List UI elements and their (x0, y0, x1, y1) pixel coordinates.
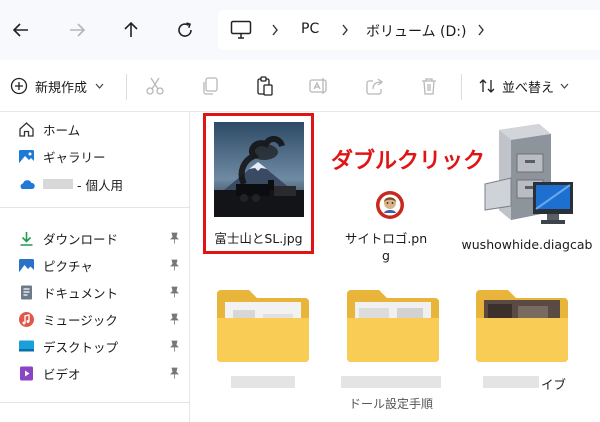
gallery-icon (19, 149, 34, 163)
chevron-right-icon (342, 24, 348, 36)
sidebar-item-label: ドキュメント (43, 285, 119, 301)
sort-button[interactable]: 並べ替え (478, 74, 569, 98)
sidebar-item-label: ホーム (43, 122, 81, 138)
sidebar-item-label: デスクトップ (43, 339, 119, 355)
pin-icon (170, 232, 179, 244)
paste-icon[interactable] (254, 75, 276, 97)
file-item-site-logo[interactable]: サイトロゴ.png (341, 182, 431, 263)
chevron-down-icon (560, 83, 569, 89)
refresh-icon (178, 22, 192, 37)
monitor-icon (230, 20, 252, 39)
up-button[interactable] (116, 15, 146, 45)
cabinet-file-icon (484, 124, 573, 224)
sidebar-item-gallery[interactable]: ギャラリー (18, 145, 186, 167)
redacted-folder-name (483, 376, 539, 388)
pin-icon (170, 259, 179, 271)
pin-icon (170, 340, 179, 352)
file-item-wushowhide[interactable]: wushowhide.diagcab (461, 120, 593, 270)
arrow-left-icon (12, 23, 28, 37)
onedrive-icon (20, 179, 35, 189)
copy-icon[interactable] (199, 75, 221, 97)
redacted-folder-name (341, 376, 441, 388)
file-name: サイトロゴ.png (344, 231, 428, 263)
chevron-down-icon (95, 83, 104, 89)
toolbar-divider (461, 74, 462, 100)
redacted-name (43, 179, 73, 189)
sidebar-item-desktop[interactable]: デスクトップ (18, 335, 186, 357)
sidebar-item-label: - 個人用 (77, 177, 123, 193)
sidebar-item-label: ピクチャ (43, 258, 93, 274)
sidebar-divider (0, 402, 190, 403)
documents-icon (21, 285, 32, 299)
folder-name-second-line: ドール設定手順 (349, 397, 434, 411)
chevron-right-icon (272, 24, 278, 36)
home-icon (19, 121, 34, 137)
back-button[interactable] (6, 15, 36, 45)
pin-icon (170, 367, 179, 379)
folder-name-fragment: イブ (541, 377, 567, 392)
sidebar-item-label: ギャラリー (43, 149, 106, 165)
delete-icon[interactable] (418, 75, 440, 97)
address-bar[interactable]: PC ボリューム (D:) (218, 10, 600, 50)
sort-icon (479, 79, 495, 93)
toolbar-divider (126, 74, 127, 100)
pin-icon (170, 313, 179, 325)
logo-thumbnail-icon (376, 191, 404, 219)
download-icon (20, 231, 33, 246)
sidebar-item-downloads[interactable]: ダウンロード (18, 227, 186, 249)
redacted-folder-name (231, 376, 295, 388)
plus-circle-icon (10, 77, 28, 95)
sort-button-label: 並べ替え (502, 80, 555, 96)
sidebar-item-documents[interactable]: ドキュメント (18, 281, 186, 303)
chevron-right-icon[interactable] (476, 22, 486, 38)
highlight-frame (203, 113, 314, 254)
sidebar-item-music[interactable]: ミュージック (18, 308, 186, 330)
forward-button[interactable] (62, 15, 92, 45)
breadcrumb-pc[interactable]: PC (301, 21, 319, 37)
command-bar: 新規作成 並べ替え (0, 60, 600, 112)
folder-icon[interactable] (215, 284, 311, 364)
breadcrumb-volume-d[interactable]: ボリューム (D:) (366, 21, 466, 41)
file-list: 富士山とSL.jpg ダブルクリック サイトロゴ.png wushowhide.… (191, 112, 600, 422)
sidebar-item-onedrive[interactable]: - 個人用 (18, 173, 186, 195)
pin-icon (170, 286, 179, 298)
new-button-label: 新規作成 (35, 80, 88, 96)
navigation-pane: ホーム ギャラリー - 個人用 ダウンロード ピクチャ ドキュメント ミュージッ… (0, 112, 190, 422)
arrow-up-icon (124, 21, 138, 37)
sidebar-item-pictures[interactable]: ピクチャ (18, 254, 186, 276)
share-icon[interactable] (364, 75, 386, 97)
cut-icon[interactable] (144, 75, 166, 97)
sidebar-item-label: ビデオ (43, 366, 81, 382)
refresh-button[interactable] (170, 15, 200, 45)
sidebar-divider (0, 207, 190, 208)
folder-icon[interactable] (345, 284, 441, 364)
file-name: wushowhide.diagcab (461, 237, 593, 252)
videos-icon (20, 366, 33, 380)
desktop-icon (19, 340, 34, 351)
rename-icon[interactable] (308, 75, 330, 97)
sidebar-item-label: ダウンロード (43, 231, 119, 247)
arrow-right-icon (70, 23, 86, 37)
sidebar-item-videos[interactable]: ビデオ (18, 362, 186, 384)
sidebar-item-home[interactable]: ホーム (18, 118, 186, 140)
folder-icon[interactable] (474, 284, 570, 364)
pictures-icon (19, 258, 34, 272)
music-icon (19, 311, 34, 327)
new-button[interactable]: 新規作成 (10, 74, 104, 98)
navigation-bar: PC ボリューム (D:) (0, 0, 600, 60)
sidebar-item-label: ミュージック (43, 312, 118, 328)
